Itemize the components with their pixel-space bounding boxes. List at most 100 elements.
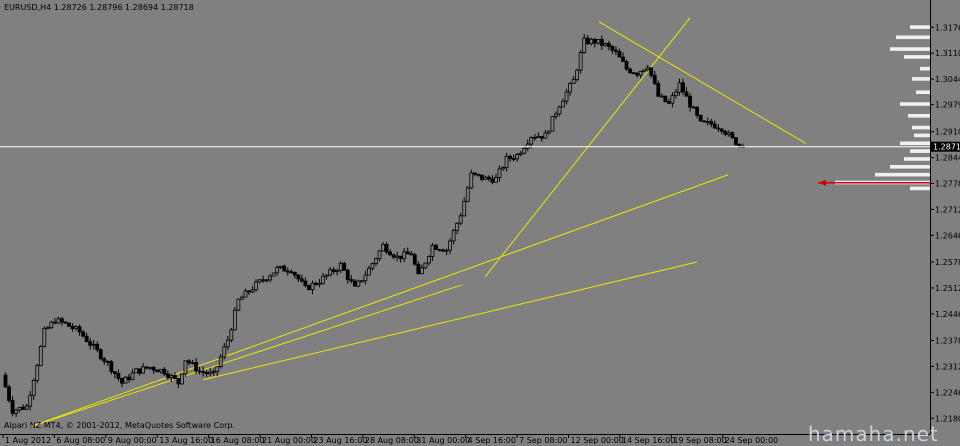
candle-body [663, 95, 668, 103]
candle-body [285, 270, 290, 273]
candle-body [719, 128, 724, 132]
candle-body [257, 279, 262, 283]
candle-body [141, 366, 146, 374]
candle-body [642, 69, 647, 72]
time-tick-label: 28 Aug 08:00 [365, 436, 419, 445]
candle-body [243, 290, 248, 298]
candle-body [367, 267, 371, 276]
candle-body [448, 240, 453, 251]
candle-body [278, 265, 283, 268]
candle-body [497, 168, 502, 178]
candle-body [539, 135, 544, 139]
candle-body [254, 281, 258, 291]
candle-body [176, 378, 181, 385]
candle-body [31, 379, 36, 396]
candle-body [384, 243, 389, 253]
candle-body [423, 262, 428, 269]
price-tick-label: 1.31100 [935, 49, 960, 58]
profile-bar [908, 113, 930, 118]
candle-body [289, 271, 294, 274]
candle-body [656, 83, 661, 97]
candle-body [349, 279, 354, 282]
candle-body [529, 136, 534, 145]
candle-body [709, 121, 714, 125]
time-tick-label: 4 Sep 16:00 [468, 436, 516, 445]
candle-body [240, 296, 244, 300]
candle-body [317, 282, 322, 285]
candle-body [88, 341, 93, 346]
time-tick-label: 6 Aug 08:00 [56, 436, 105, 445]
candle-body [250, 289, 255, 293]
candle-body [271, 272, 276, 277]
copyright-text: Alpari NZ MT4, © 2001-2012, MetaQuotes S… [4, 421, 235, 430]
candle-body [342, 263, 347, 271]
profile-bar [896, 35, 930, 40]
candle-body [635, 72, 640, 76]
candle-body [190, 361, 195, 364]
price-tick-label: 1.29790 [935, 101, 960, 110]
candle-body [427, 256, 431, 264]
candle-body [130, 372, 135, 380]
price-tick-label: 1.25120 [935, 284, 960, 293]
candle-body [441, 249, 445, 252]
candle-body [377, 250, 382, 260]
candle-body [628, 68, 632, 74]
candle-body [550, 115, 555, 132]
candle-body [91, 343, 96, 346]
candle-body [374, 258, 378, 264]
candle-body [645, 67, 650, 71]
candle-body [208, 371, 213, 375]
candle-body [381, 243, 385, 252]
time-tick-label: 31 Aug 00:00 [416, 436, 470, 445]
candle-body [7, 386, 11, 401]
candle-body [42, 328, 47, 347]
candle-body [712, 123, 717, 129]
candle-body [359, 280, 364, 283]
candle-body [638, 70, 643, 76]
candle-body [734, 137, 738, 145]
time-axis: 1 Aug 2012 6 Aug 08:00 9 Aug 00:00 13 Aug 1… [2, 434, 778, 445]
price-tick-label: 1.24460 [935, 310, 960, 319]
current-price-tag: 1.2871 [931, 141, 960, 152]
candle-body [543, 132, 548, 139]
candle-body [518, 152, 523, 156]
candle-body [483, 176, 488, 180]
candle-body [695, 106, 699, 116]
candle-body [666, 101, 671, 104]
candle-body [299, 278, 304, 282]
candle-body [578, 52, 583, 71]
candle-body [70, 325, 75, 329]
candle-body [169, 374, 174, 378]
profile-bar [900, 141, 930, 146]
candle-body [391, 254, 396, 258]
candle-body [45, 327, 50, 330]
price-chart[interactable]: 1.31760 1.31100 1.30440 1.29790 1.29100 1.284… [0, 0, 960, 446]
candle-body [81, 331, 86, 337]
candle-body [134, 368, 138, 374]
candle-body [621, 56, 625, 63]
candle-body [56, 318, 61, 324]
candle-body [314, 282, 318, 285]
candle-body [465, 187, 470, 202]
candle-body [532, 136, 537, 139]
candle-body [345, 269, 350, 280]
candle-body [352, 280, 357, 287]
candle-body [282, 265, 287, 272]
candle-body [402, 251, 407, 260]
candle-body [60, 318, 64, 323]
candle-body [681, 82, 685, 93]
candle-body [430, 244, 435, 257]
price-tick-label: 1.29100 [935, 128, 960, 137]
candle-body [328, 269, 333, 276]
candle-body [472, 172, 477, 175]
candle-body [162, 368, 167, 375]
candle-body [419, 267, 424, 275]
candle-body [303, 280, 308, 286]
candle-body [723, 130, 728, 135]
candle-body [596, 39, 601, 44]
candle-body [155, 369, 160, 373]
profile-bar [912, 77, 930, 81]
candle-body [522, 147, 527, 154]
candle-body [536, 135, 541, 138]
candle-body [3, 374, 8, 388]
